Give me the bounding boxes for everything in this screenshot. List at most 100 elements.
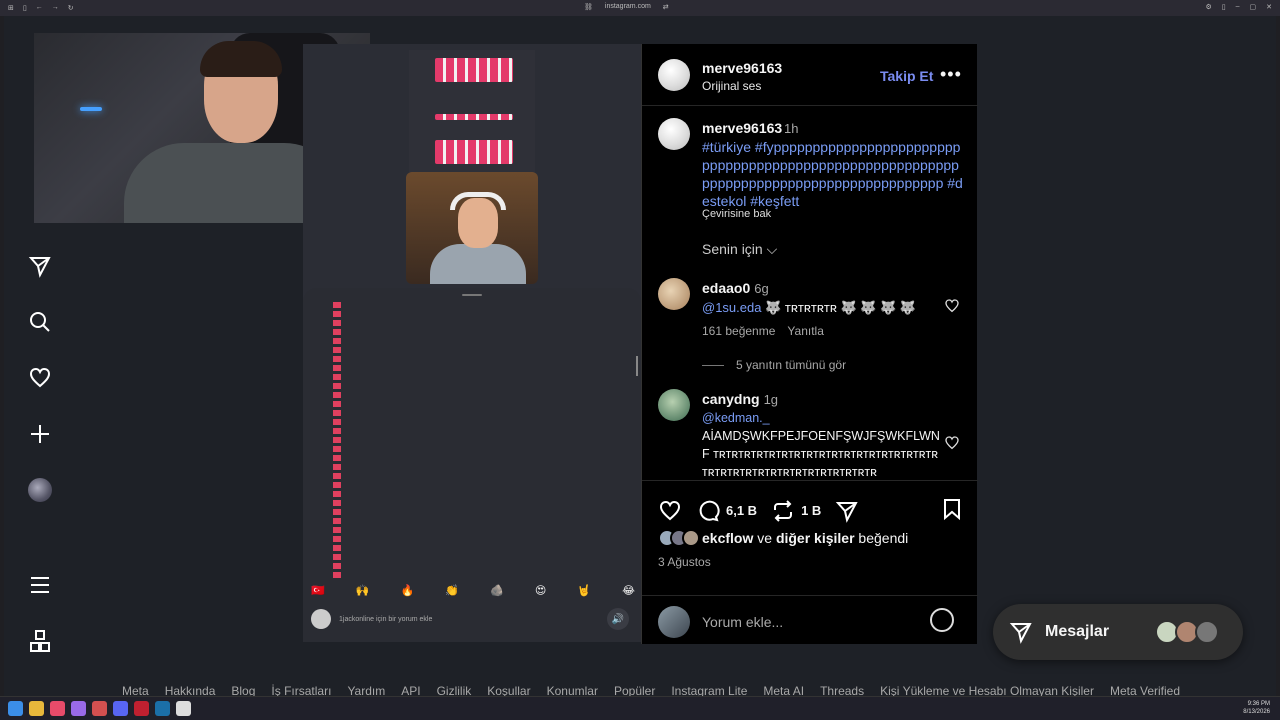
extensions-icon[interactable]: ⚙ [1205, 3, 1211, 11]
emoji-picker-icon[interactable] [930, 608, 954, 632]
split-icon[interactable]: ▯ [1222, 3, 1226, 11]
start-icon[interactable] [8, 701, 23, 716]
more-options-icon[interactable]: ••• [940, 64, 962, 85]
discord-icon[interactable] [113, 701, 128, 716]
caption-time: 1h [784, 121, 799, 136]
hearts-pattern [435, 58, 513, 82]
clock-date: 8/13/2026 [1243, 709, 1270, 715]
streamer-hair [200, 41, 282, 77]
taskbar-apps [8, 701, 191, 716]
caption-avatar[interactable] [658, 118, 690, 150]
steam-icon[interactable] [155, 701, 170, 716]
mention-link[interactable]: @kedman._ [702, 409, 942, 427]
emoji-reaction[interactable]: 🔥 [401, 584, 415, 597]
like-button[interactable] [658, 499, 682, 523]
reel-video[interactable]: 🇹🇷 🙌 🔥 👏 🪨 😍 🤘 😂 1jackonline için bir yo… [303, 44, 641, 642]
scrollbar[interactable] [636, 356, 638, 376]
forward-icon[interactable]: → [52, 4, 59, 12]
video-comment-row [415, 50, 525, 84]
emoji-reaction[interactable]: 👏 [445, 584, 459, 597]
view-replies-button[interactable]: 5 yanıtın tümünü gör [702, 358, 846, 372]
file-explorer-icon[interactable] [29, 701, 44, 716]
filter-label: Senin için [702, 241, 763, 257]
link-icon: ⛓ [584, 4, 593, 11]
streamer-shirt [430, 244, 526, 284]
nav-more-menu-icon[interactable] [26, 571, 54, 599]
music-app-icon[interactable] [50, 701, 65, 716]
caption-username[interactable]: merve96163 [702, 120, 782, 136]
post-actions-section: 6,1 B 1 B ekcflow ve diğer kişiler beğen… [642, 480, 978, 644]
back-icon[interactable]: ← [36, 4, 43, 12]
add-comment-input[interactable]: Yorum ekle... [702, 614, 783, 630]
commenter-avatar[interactable] [658, 389, 690, 421]
video-comment-input[interactable]: 1jackonline için bir yorum ekle [311, 606, 633, 632]
nav-profile-avatar[interactable] [26, 476, 54, 504]
calendar-icon[interactable] [92, 701, 107, 716]
mention-link[interactable]: @1su.eda [702, 300, 761, 315]
comment-meta: 161 beğenme Yanıtla [702, 324, 824, 338]
emoji-reaction[interactable]: 🪨 [490, 584, 504, 597]
windows-menu-icon[interactable]: ⊞ [8, 4, 14, 12]
commenter-username[interactable]: canydng 1g [702, 391, 778, 407]
chevron-down-icon: ⌵ [766, 241, 778, 257]
emoji-reaction[interactable]: 😂 [622, 584, 635, 597]
emoji-reaction[interactable]: 🤘 [577, 584, 591, 597]
like-comment-heart-icon[interactable] [944, 435, 960, 451]
headset-icon [450, 192, 506, 210]
video-comments-sheet: 🇹🇷 🙌 🔥 👏 🪨 😍 🤘 😂 1jackonline için bir yo… [303, 288, 641, 642]
translate-link[interactable]: Çevirisine bak [702, 208, 771, 220]
messages-button[interactable]: Mesajlar [993, 604, 1243, 660]
windows-taskbar: 9:36 PM 8/13/2026 [0, 696, 1280, 720]
system-clock[interactable]: 9:36 PM 8/13/2026 [1243, 700, 1270, 716]
share-button[interactable] [835, 499, 859, 523]
repost-icon [774, 499, 793, 522]
comment-likes[interactable]: 161 beğenme [702, 324, 775, 338]
sidebar-toggle-icon[interactable]: ▯ [23, 4, 27, 12]
bookmark-icon [944, 499, 960, 521]
save-button[interactable] [940, 497, 964, 524]
follow-button[interactable]: Takip Et [880, 68, 933, 84]
post-details-panel: merve96163 Orijinal ses Takip Et ••• mer… [641, 44, 978, 644]
comment-text: @kedman._ AİAMDŞWKFPEJFOENFŞWJFŞWKFLWNF ᴛ… [702, 409, 942, 481]
reload-icon[interactable]: ↻ [68, 4, 74, 12]
liker-username[interactable]: ekcflow [702, 530, 753, 546]
chrome-icon[interactable] [176, 701, 191, 716]
likes-and: ve [757, 530, 773, 546]
sound-toggle-icon[interactable]: 🔊 [607, 608, 629, 630]
hearts-pattern [435, 140, 513, 164]
browser-icon[interactable] [71, 701, 86, 716]
nav-direct-icon[interactable] [26, 252, 54, 280]
emoji-reaction[interactable]: 🙌 [356, 584, 370, 597]
instagram-page: 🇹🇷 🙌 🔥 👏 🪨 😍 🤘 😂 1jackonline için bir yo… [4, 16, 1276, 698]
caption-hashtags[interactable]: #türkiye #fypppppppppppppppppppppppppppp… [702, 138, 964, 210]
author-username[interactable]: merve96163 [702, 60, 782, 76]
commenter-avatar[interactable] [658, 278, 690, 310]
liker-avatars [658, 529, 700, 547]
close-icon[interactable]: ✕ [1266, 3, 1272, 11]
post-date: 3 Ağustos [658, 555, 711, 569]
tune-icon[interactable]: ⇄ [663, 3, 669, 11]
author-avatar[interactable] [658, 59, 690, 91]
heart-icon [659, 500, 681, 520]
browser-toolbar: ⊞ ▯ ← → ↻ ⛓ instagram.com ⇄ ⚙ ▯ – ▢ ✕ [0, 0, 1280, 16]
other-likers-link[interactable]: diğer kişiler [776, 530, 855, 546]
like-comment-heart-icon[interactable] [944, 298, 960, 314]
nav-meta-apps-icon[interactable] [26, 627, 54, 655]
comments-filter-dropdown[interactable]: Senin için ⌵ [702, 241, 777, 258]
address-bar[interactable]: instagram.com [605, 3, 651, 11]
comment-button[interactable]: 6,1 B [696, 499, 757, 523]
nav-notifications-heart-icon[interactable] [26, 364, 54, 392]
maximize-icon[interactable]: ▢ [1250, 3, 1257, 11]
nav-search-icon[interactable] [26, 308, 54, 336]
emoji-reaction[interactable]: 🇹🇷 [311, 584, 325, 597]
add-comment-bar: Yorum ekle... [642, 595, 978, 645]
minimize-icon[interactable]: – [1236, 3, 1240, 11]
repost-button[interactable]: 1 B [771, 499, 821, 523]
commenter-username[interactable]: edaao0 6g [702, 280, 769, 296]
emoji-reaction[interactable]: 😍 [535, 584, 546, 597]
likes-summary[interactable]: ekcflow ve diğer kişiler beğendi [658, 529, 908, 547]
nav-create-plus-icon[interactable] [26, 420, 54, 448]
app-icon[interactable] [134, 701, 149, 716]
audio-label[interactable]: Orijinal ses [702, 79, 761, 93]
reply-button[interactable]: Yanıtla [787, 324, 823, 338]
